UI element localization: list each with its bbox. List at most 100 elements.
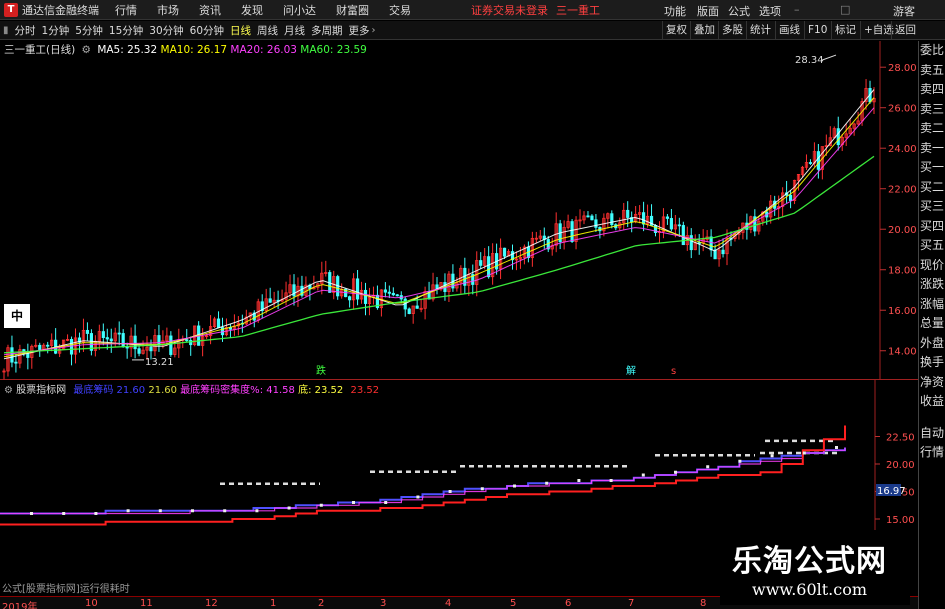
chip-marker — [480, 487, 484, 491]
indicator-label-2: 最底筹码密集度%: — [180, 385, 264, 396]
price-tick-label: 18.00 — [888, 266, 917, 277]
main-kline-chart[interactable]: 28.00 26.00 24.00 22.00 20.00 18.00 16.00 14.00… — [0, 41, 918, 380]
candle-body — [808, 162, 813, 164]
quote-item[interactable]: 自动 — [919, 424, 945, 444]
menu-formula[interactable]: 公式 — [728, 3, 750, 19]
quote-item[interactable]: 涨跌 — [919, 275, 945, 295]
trade-status[interactable]: 证券交易未登录 — [471, 2, 548, 18]
tab-60min[interactable]: 60分钟 — [190, 23, 224, 38]
quote-item[interactable]: 卖五 — [919, 61, 945, 81]
quote-item[interactable]: 净资 — [919, 373, 945, 393]
quote-item[interactable]: 卖三 — [919, 100, 945, 120]
menu-ask[interactable]: 问小达 — [283, 2, 316, 18]
menu-discover[interactable]: 发现 — [241, 2, 263, 18]
btn-f10[interactable]: F10 — [804, 21, 830, 40]
watermark-url: www.60lt.com — [752, 580, 868, 599]
candle-body — [590, 215, 594, 221]
candle-body — [169, 335, 173, 355]
menu-quotes[interactable]: 行情 — [115, 2, 137, 18]
price-tick-label: 16.00 — [888, 306, 917, 317]
tab-monthly[interactable]: 月线 — [284, 23, 305, 38]
price-tick-label: 22.00 — [888, 185, 917, 196]
settings-gear-icon[interactable]: ⚙ — [82, 44, 91, 56]
quote-item[interactable]: 收益 — [919, 392, 945, 412]
btn-mark[interactable]: 标记 — [831, 21, 859, 40]
tab-15min[interactable]: 15分钟 — [109, 23, 143, 38]
indicator-tick-label: 15.00 — [886, 515, 915, 526]
menu-bar: T 通达信金融终端 行情 市场 资讯 发现 问小达 财富圈 交易 证券交易未登录… — [0, 0, 945, 20]
candle-body — [149, 346, 153, 352]
quote-item[interactable]: 买二 — [919, 178, 945, 198]
signal-label: 跌 — [316, 364, 326, 377]
chip-marker — [416, 495, 420, 499]
date-label: 2019年 — [2, 602, 38, 609]
candle-body — [69, 338, 74, 355]
chip-marker — [191, 509, 194, 513]
menu-function[interactable]: 功能 — [664, 3, 686, 19]
menu-wealth[interactable]: 财富圈 — [336, 2, 369, 18]
tab-multi-period[interactable]: 多周期 — [311, 23, 343, 38]
ma-line-ma10 — [3, 97, 875, 358]
indicator-gear-icon[interactable]: ⚙ — [4, 385, 13, 396]
chip-marker — [30, 512, 33, 515]
tab-weekly[interactable]: 周线 — [257, 23, 278, 38]
chip-marker — [641, 473, 645, 477]
tab-daily[interactable]: 日线 — [230, 23, 251, 38]
maximize-icon[interactable]: □ — [840, 3, 850, 16]
quote-item[interactable]: 买三 — [919, 197, 945, 217]
tab-5min[interactable]: 5分钟 — [75, 23, 103, 38]
chip-marker — [287, 506, 291, 510]
menu-market[interactable]: 市场 — [157, 2, 179, 18]
quote-item[interactable]: 总量 — [919, 314, 945, 334]
candle-body — [117, 332, 121, 335]
indicator-info: ⚙ 股票指标网 最底筹码 21.60 21.60 最底筹码密集度%: 41.58… — [4, 381, 379, 396]
guest-user[interactable]: 游客 — [893, 3, 915, 19]
date-label: 4 — [445, 598, 452, 609]
candle-body — [121, 333, 125, 348]
btn-back[interactable]: 返回 — [891, 21, 919, 40]
quote-item[interactable]: 卖一 — [919, 139, 945, 159]
quote-item[interactable]: 行情 — [919, 443, 945, 463]
quote-item[interactable]: 委比 — [919, 41, 945, 61]
btn-overlay[interactable]: 叠加 — [690, 21, 718, 40]
menu-trade[interactable]: 交易 — [389, 2, 411, 18]
quote-item[interactable]: 换手 — [919, 353, 945, 373]
period-toolbar: ▮ 分时 1分钟 5分钟 15分钟 30分钟 60分钟 日线 周线 月线 多周期… — [0, 21, 945, 40]
candle-body — [185, 339, 189, 342]
quote-item[interactable]: 涨幅 — [919, 295, 945, 315]
watermark: 乐淘公式网 www.60lt.com — [720, 530, 910, 605]
quote-item[interactable]: 外盘 — [919, 334, 945, 354]
chip-marker — [738, 459, 742, 463]
btn-statistics[interactable]: 统计 — [746, 21, 774, 40]
chip-marker — [577, 479, 581, 482]
menu-layout[interactable]: 版面 — [697, 3, 719, 19]
quote-item[interactable]: 卖四 — [919, 80, 945, 100]
quote-item[interactable]: 买五 — [919, 236, 945, 256]
signal-label: 解 — [626, 364, 636, 377]
current-value-label: 16.97 — [877, 486, 906, 497]
candle-body — [689, 235, 693, 251]
menu-news[interactable]: 资讯 — [199, 2, 221, 18]
indicator-value-3: 23.52 — [314, 385, 344, 396]
minimize-icon[interactable]: – — [794, 3, 800, 16]
candle-body — [836, 128, 840, 146]
date-label: 12 — [205, 598, 218, 609]
btn-adjust[interactable]: 复权 — [662, 21, 690, 40]
candle-body — [665, 216, 670, 219]
menu-options[interactable]: 选项 — [759, 3, 781, 19]
tab-more[interactable]: 更多 — [349, 23, 370, 38]
quote-item[interactable]: 买一 — [919, 158, 945, 178]
quote-item[interactable]: 现价 — [919, 256, 945, 276]
chip-density-line — [0, 447, 846, 515]
btn-multi-stock[interactable]: 多股 — [718, 21, 746, 40]
tab-30min[interactable]: 30分钟 — [149, 23, 183, 38]
tab-1min[interactable]: 1分钟 — [42, 23, 70, 38]
btn-draw[interactable]: 画线 — [775, 21, 803, 40]
zhong-button[interactable]: 中 — [4, 304, 30, 328]
quote-item[interactable]: 卖二 — [919, 119, 945, 139]
tab-intraday[interactable]: 分时 — [15, 23, 36, 38]
candle-body — [387, 291, 391, 294]
more-chevron-icon[interactable]: › — [372, 25, 376, 36]
quote-item[interactable]: 买四 — [919, 217, 945, 237]
date-label: 5 — [510, 598, 517, 609]
